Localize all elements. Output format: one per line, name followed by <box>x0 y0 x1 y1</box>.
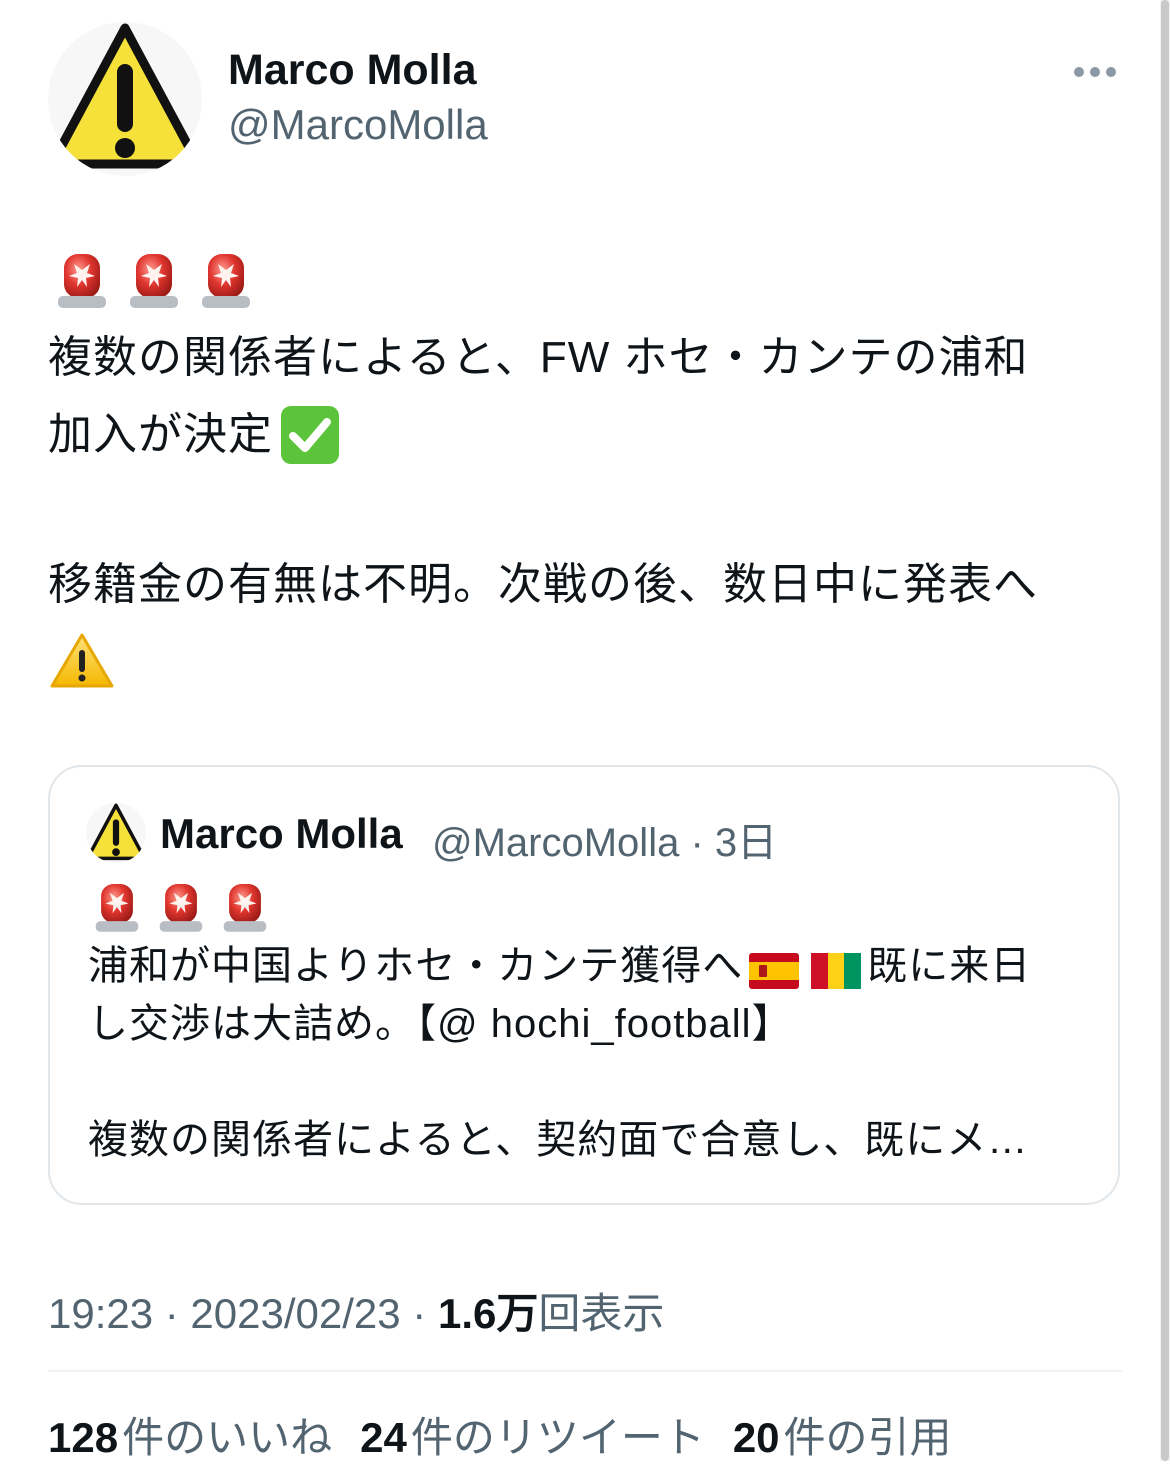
tweet-meta: 19:23 · 2023/02/23 · 1.6万回表示 <box>48 1280 664 1341</box>
tweet-text-line: 移籍金の有無は不明。次戦の後、数日中に発表へ <box>48 560 1038 609</box>
quoted-siren-emoji-row <box>94 880 268 934</box>
quoted-text-line: 浦和が中国よりホセ・カンテ獲得へ 既に来日 <box>88 938 1031 994</box>
quoted-text: 既に来日 <box>867 944 1032 988</box>
tweet-text-line: 加入が決定 <box>48 404 341 466</box>
quoted-handle-time: @MarcoMolla · 3日 <box>432 821 778 865</box>
author-name[interactable]: Marco Molla <box>228 46 477 95</box>
quoted-text: 浦和が中国よりホセ・カンテ獲得へ <box>88 944 744 988</box>
views-count: 1.6万 <box>437 1290 539 1337</box>
spain-flag-icon <box>749 948 800 989</box>
police-car-light-icon <box>200 250 252 310</box>
police-car-light-icon <box>128 250 180 310</box>
tweet-text: 加入が決定 <box>48 410 273 459</box>
retweets-stat[interactable]: 24件のリツイート <box>360 1404 705 1465</box>
siren-emoji-row <box>56 250 252 310</box>
warning-sign-icon <box>48 23 202 169</box>
quoted-author-avatar <box>86 803 146 863</box>
engagement-stats: 128件のいいね 24件のリツイート 20件の引用 <box>48 1404 952 1465</box>
divider <box>48 1370 1122 1372</box>
author-handle[interactable]: @MarcoMolla <box>228 101 488 149</box>
police-car-light-icon <box>222 880 268 934</box>
quoted-text-line: し交渉は大詰め。【@ hochi_football】 <box>88 1002 793 1046</box>
views-label: 回表示 <box>538 1290 665 1337</box>
scrollbar-thumb[interactable] <box>1161 0 1169 1461</box>
quoted-author-name: Marco Molla <box>160 810 403 857</box>
scrollbar-track[interactable] <box>1160 0 1170 1461</box>
warning-sign-icon <box>86 803 146 863</box>
author-avatar[interactable] <box>48 22 202 176</box>
police-car-light-icon <box>158 880 204 934</box>
quoted-text-line: 複数の関係者によると、契約面で合意し、既にメ… <box>88 1118 1029 1162</box>
guinea-flag-icon <box>811 948 862 989</box>
tweet-timestamp[interactable]: 19:23 · 2023/02/23 · <box>48 1290 438 1337</box>
check-mark-button-icon <box>279 404 341 466</box>
warning-icon <box>50 632 114 690</box>
police-car-light-icon <box>94 880 140 934</box>
likes-stat[interactable]: 128件のいいね <box>48 1404 332 1465</box>
more-horizontal-icon <box>1074 67 1116 77</box>
quotes-stat[interactable]: 20件の引用 <box>733 1404 952 1465</box>
tweet-text-line: 複数の関係者によると、FW ホセ・カンテの浦和 <box>48 333 1029 382</box>
more-options-button[interactable] <box>1062 52 1128 92</box>
police-car-light-icon <box>56 250 108 310</box>
